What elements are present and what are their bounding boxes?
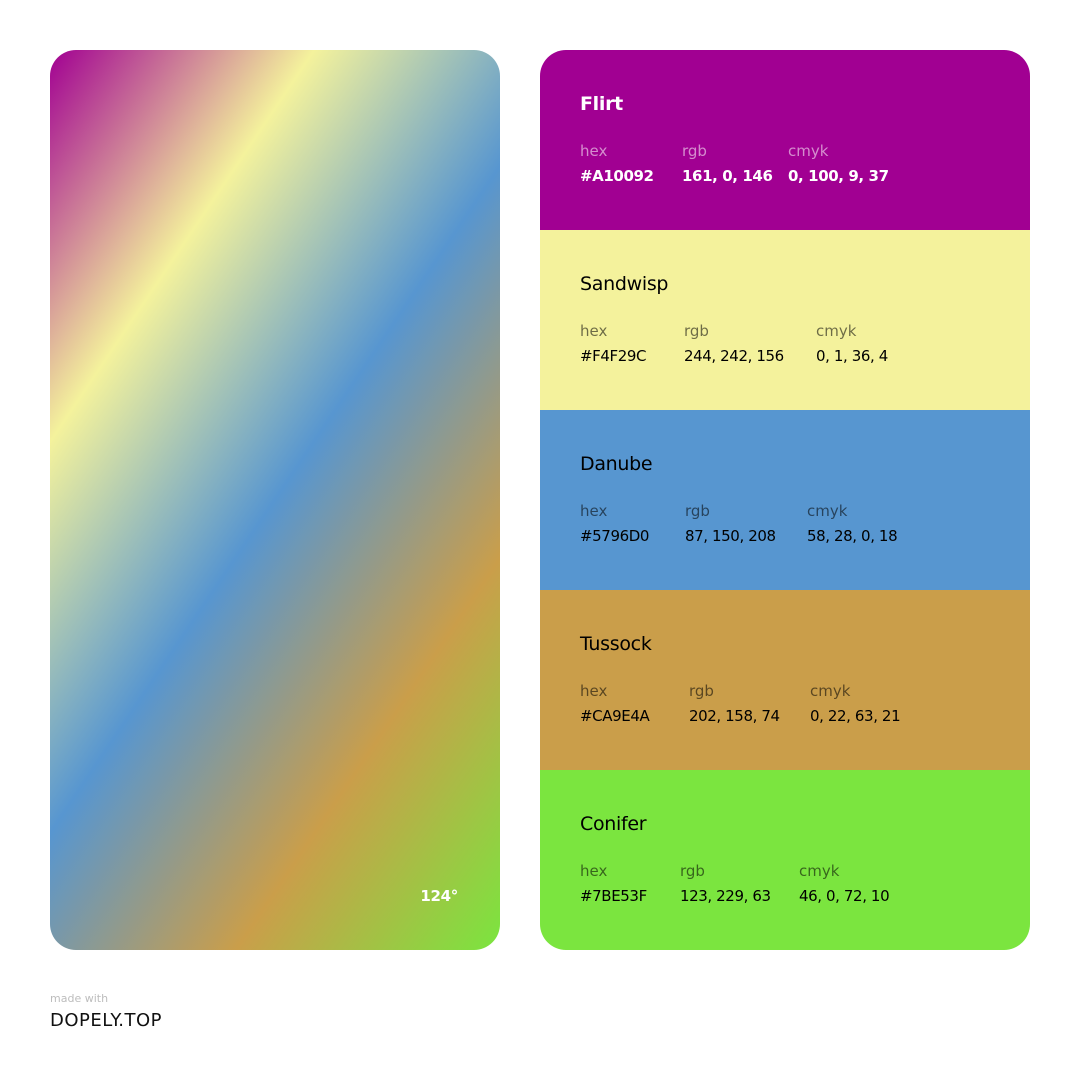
rgb-column: rgb 202, 158, 74 [689, 682, 780, 725]
hex-label: hex [580, 322, 608, 340]
hex-column: hex #7BE53F [580, 862, 647, 905]
cmyk-column: cmyk 58, 28, 0, 18 [807, 502, 898, 545]
rgb-column: rgb 87, 150, 208 [685, 502, 776, 545]
swatch-sandwisp: Sandwisp hex #F4F29C rgb 244, 242, 156 c… [540, 230, 1030, 410]
swatch-name: Danube [580, 453, 653, 475]
cmyk-value: 0, 1, 36, 4 [816, 347, 888, 365]
cmyk-column: cmyk 0, 1, 36, 4 [816, 322, 888, 365]
rgb-column: rgb 161, 0, 146 [682, 142, 773, 185]
swatch-tussock: Tussock hex #CA9E4A rgb 202, 158, 74 cmy… [540, 590, 1030, 770]
hex-value: #A10092 [580, 167, 654, 185]
cmyk-value: 58, 28, 0, 18 [807, 527, 898, 545]
rgb-label: rgb [685, 502, 710, 520]
cmyk-value: 0, 100, 9, 37 [788, 167, 889, 185]
rgb-label: rgb [682, 142, 707, 160]
made-with-label: made with [50, 992, 109, 1005]
swatch-name: Conifer [580, 813, 647, 835]
cmyk-column: cmyk 0, 22, 63, 21 [810, 682, 901, 725]
hex-label: hex [580, 862, 608, 880]
hex-value: #CA9E4A [580, 707, 650, 725]
brand-link[interactable]: DOPELY.TOP [50, 1010, 162, 1031]
palette-card: Flirt hex #A10092 rgb 161, 0, 146 cmyk 0… [540, 50, 1030, 950]
cmyk-label: cmyk [816, 322, 857, 340]
hex-value: #F4F29C [580, 347, 647, 365]
swatch-danube: Danube hex #5796D0 rgb 87, 150, 208 cmyk… [540, 410, 1030, 590]
swatch-flirt: Flirt hex #A10092 rgb 161, 0, 146 cmyk 0… [540, 50, 1030, 230]
hex-column: hex #F4F29C [580, 322, 647, 365]
rgb-label: rgb [689, 682, 714, 700]
swatch-conifer: Conifer hex #7BE53F rgb 123, 229, 63 cmy… [540, 770, 1030, 950]
hex-column: hex #5796D0 [580, 502, 649, 545]
rgb-value: 161, 0, 146 [682, 167, 773, 185]
hex-column: hex #CA9E4A [580, 682, 650, 725]
hex-label: hex [580, 502, 608, 520]
rgb-value: 123, 229, 63 [680, 887, 771, 905]
rgb-label: rgb [684, 322, 709, 340]
hex-value: #5796D0 [580, 527, 650, 545]
gradient-angle-label: 124° [420, 887, 458, 905]
gradient-preview: 124° [50, 50, 500, 950]
rgb-value: 244, 242, 156 [684, 347, 784, 365]
rgb-value: 202, 158, 74 [689, 707, 780, 725]
cmyk-value: 0, 22, 63, 21 [810, 707, 901, 725]
hex-label: hex [580, 682, 608, 700]
cmyk-label: cmyk [807, 502, 848, 520]
swatch-name: Sandwisp [580, 273, 669, 295]
hex-column: hex #A10092 [580, 142, 654, 185]
rgb-column: rgb 123, 229, 63 [680, 862, 771, 905]
rgb-column: rgb 244, 242, 156 [684, 322, 784, 365]
hex-label: hex [580, 142, 608, 160]
cmyk-column: cmyk 46, 0, 72, 10 [799, 862, 890, 905]
cmyk-label: cmyk [788, 142, 829, 160]
hex-value: #7BE53F [580, 887, 647, 905]
cmyk-value: 46, 0, 72, 10 [799, 887, 890, 905]
swatch-name: Tussock [580, 633, 652, 655]
rgb-label: rgb [680, 862, 705, 880]
swatch-name: Flirt [580, 93, 623, 115]
cmyk-label: cmyk [810, 682, 851, 700]
cmyk-column: cmyk 0, 100, 9, 37 [788, 142, 889, 185]
rgb-value: 87, 150, 208 [685, 527, 776, 545]
cmyk-label: cmyk [799, 862, 840, 880]
